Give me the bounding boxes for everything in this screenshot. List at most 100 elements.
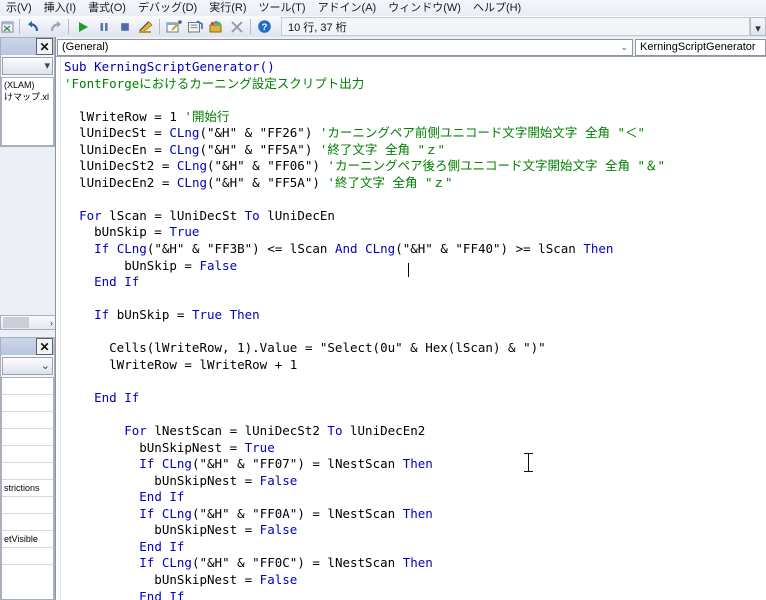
panel-scroll-right-button[interactable]: › xyxy=(0,315,57,330)
scrollbar-thumb[interactable] xyxy=(3,317,29,328)
code-token: If xyxy=(139,555,154,570)
code-editor-area[interactable]: Sub KerningScriptGenerator()'FontForgeにお… xyxy=(56,56,766,600)
code-token: bUnSkipNest = xyxy=(64,572,260,587)
toolbox-icon[interactable] xyxy=(226,17,247,36)
code-token: Cells(lWriteRow, 1).Value = "Select(0u" … xyxy=(64,340,546,355)
code-token xyxy=(154,555,162,570)
property-row[interactable] xyxy=(2,548,53,565)
code-line: End If xyxy=(64,390,665,407)
code-token: ("&H" & "FF0A") = lNestScan xyxy=(192,506,403,521)
code-margin-indicator-bar xyxy=(56,57,61,600)
help-icon[interactable]: ? xyxy=(254,17,275,36)
tree-item[interactable]: けマップ.xl xyxy=(2,91,53,103)
menu-item-format[interactable]: 書式(O) xyxy=(82,0,132,16)
code-token: bUnSkipNest = xyxy=(64,522,260,537)
procedure-dropdown-value: KerningScriptGenerator xyxy=(640,41,756,53)
code-line xyxy=(64,191,665,208)
mouse-ibeam-cursor xyxy=(524,453,533,472)
close-icon[interactable]: ✕ xyxy=(36,338,53,355)
pause-icon[interactable] xyxy=(93,17,114,36)
design-mode-icon[interactable] xyxy=(135,17,156,36)
code-token: bUnSkipNest = xyxy=(64,440,245,455)
code-line: Cells(lWriteRow, 1).Value = "Select(0u" … xyxy=(64,340,665,357)
menu-item-run[interactable]: 実行(R) xyxy=(203,0,252,16)
property-row[interactable] xyxy=(2,429,53,446)
code-token: False xyxy=(199,258,237,273)
code-line: lUniDecEn2 = CLng("&H" & "FF5A") '終了文字 全… xyxy=(64,175,665,192)
redo-icon[interactable] xyxy=(44,17,65,36)
properties-titlebar: ✕ xyxy=(1,338,54,355)
menu-item-insert[interactable]: 挿入(I) xyxy=(38,0,82,16)
code-line: bUnSkipNest = False xyxy=(64,572,665,589)
code-token: bUnSkip = xyxy=(109,307,192,322)
code-token xyxy=(64,555,139,570)
object-dropdown[interactable]: (General) ⌄ xyxy=(57,39,633,56)
run-icon[interactable] xyxy=(72,17,93,36)
property-row[interactable] xyxy=(2,497,53,514)
menu-item-help[interactable]: ヘルプ(H) xyxy=(467,0,527,16)
property-row[interactable]: strictions xyxy=(2,480,53,497)
code-line: bUnSkipNest = True xyxy=(64,440,665,457)
code-token: lUniDecEn = xyxy=(64,142,169,157)
property-row[interactable] xyxy=(2,514,53,531)
code-token xyxy=(64,423,124,438)
project-explorer-icon[interactable] xyxy=(163,17,184,36)
menu-item-tools[interactable]: ツール(T) xyxy=(253,0,312,16)
code-line: For lScan = lUniDecSt To lUniDecEn xyxy=(64,208,665,225)
view-excel-icon[interactable] xyxy=(0,17,16,36)
cursor-position-status: 10 行, 37 桁 xyxy=(281,17,750,36)
code-window-header: (General) ⌄ KerningScriptGenerator xyxy=(56,37,766,56)
toolbar-separator xyxy=(250,19,251,34)
code-line: 'FontForgeにおけるカーニング設定スクリプト出力 xyxy=(64,76,665,93)
toolbar-overflow-button[interactable]: ▾ xyxy=(750,17,766,36)
code-line: lWriteRow = lWriteRow + 1 xyxy=(64,357,665,374)
properties-object-combo[interactable]: ⌄ xyxy=(2,357,53,375)
code-token: '終了文字 全角 "ｚ" xyxy=(320,142,445,157)
code-line: If CLng("&H" & "FF3B") <= lScan And CLng… xyxy=(64,241,665,258)
code-token: lUniDecSt2 = xyxy=(64,158,177,173)
chevron-down-icon[interactable]: ⌄ xyxy=(620,42,630,53)
vba-editor-window: 示(V) 挿入(I) 書式(O) デバッグ(D) 実行(R) ツール(T) アド… xyxy=(0,0,766,600)
code-token: ("&H" & "FF3B") <= lScan xyxy=(147,241,335,256)
code-token xyxy=(64,489,139,504)
code-token: CLng xyxy=(162,506,192,521)
menu-item-window[interactable]: ウィンドウ(W) xyxy=(382,0,467,16)
close-icon[interactable]: ✕ xyxy=(36,38,53,55)
properties-grid[interactable]: strictions etVisible xyxy=(1,377,54,600)
code-text[interactable]: Sub KerningScriptGenerator()'FontForgeにお… xyxy=(64,59,665,600)
chevron-right-icon[interactable]: › xyxy=(50,318,53,328)
undo-icon[interactable] xyxy=(23,17,44,36)
property-row[interactable] xyxy=(2,412,53,429)
code-token xyxy=(64,589,139,600)
code-line: lUniDecSt2 = CLng("&H" & "FF06") 'カーニングペ… xyxy=(64,158,665,175)
property-row[interactable] xyxy=(2,446,53,463)
procedure-dropdown[interactable]: KerningScriptGenerator xyxy=(635,39,766,56)
menu-item-debug[interactable]: デバッグ(D) xyxy=(132,0,203,16)
code-token: False xyxy=(260,572,298,587)
project-explorer-toolbar[interactable]: ▾ xyxy=(2,57,53,75)
project-tree[interactable]: (XLAM) けマップ.xl xyxy=(1,77,54,146)
code-token: Then xyxy=(403,456,433,471)
code-token: End If xyxy=(94,274,139,289)
menu-item-addins[interactable]: アドイン(A) xyxy=(312,0,383,16)
property-row[interactable]: etVisible xyxy=(2,531,53,548)
cursor-position-text: 10 行, 37 桁 xyxy=(288,19,347,35)
menu-item-view[interactable]: 示(V) xyxy=(0,0,38,16)
code-line: If CLng("&H" & "FF0C") = lNestScan Then xyxy=(64,555,665,572)
code-token: CLng xyxy=(162,456,192,471)
properties-window-icon[interactable] xyxy=(184,17,205,36)
property-row[interactable] xyxy=(2,395,53,412)
code-token: End If xyxy=(94,390,139,405)
stop-icon[interactable] xyxy=(114,17,135,36)
code-window: (General) ⌄ KerningScriptGenerator Sub K… xyxy=(55,37,766,600)
chevron-down-icon: ▾ xyxy=(44,61,50,72)
object-browser-icon[interactable] xyxy=(205,17,226,36)
code-token: CLng xyxy=(177,158,207,173)
code-token: If xyxy=(139,456,154,471)
property-row[interactable] xyxy=(2,463,53,480)
tree-item[interactable]: (XLAM) xyxy=(2,79,53,91)
property-row[interactable] xyxy=(2,378,53,395)
code-token: lUniDecSt = xyxy=(64,125,169,140)
left-dock: ✕ ▾ (XLAM) けマップ.xl › ✕ ⌄ xyxy=(0,37,55,600)
code-line: End If xyxy=(64,539,665,556)
